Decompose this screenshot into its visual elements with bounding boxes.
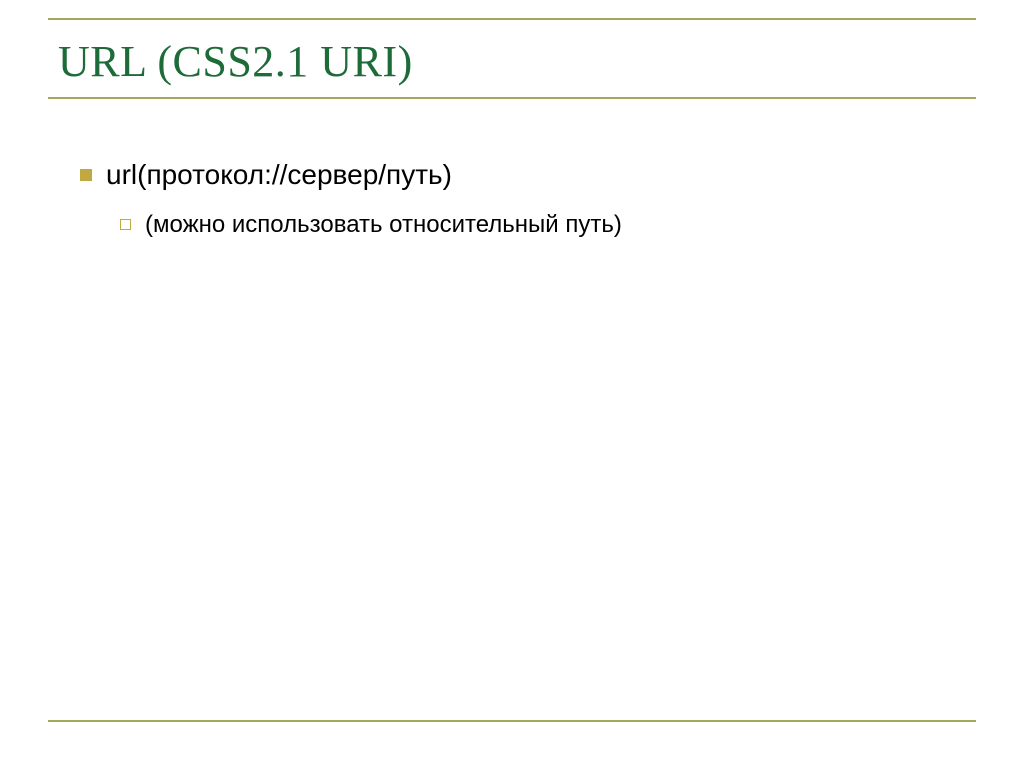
divider-under-title	[48, 97, 976, 99]
list-item: (можно использовать относительный путь)	[120, 209, 976, 241]
square-outline-bullet-icon	[120, 219, 131, 230]
list-item-text: url(протокол://сервер/путь)	[106, 157, 452, 193]
square-bullet-icon	[80, 169, 92, 181]
slide-title: URL (CSS2.1 URI)	[58, 34, 976, 89]
slide: URL (CSS2.1 URI) url(протокол://сервер/п…	[0, 0, 1024, 768]
list-item-text: (можно использовать относительный путь)	[145, 209, 622, 241]
divider-bottom	[48, 720, 976, 722]
divider-top	[48, 18, 976, 20]
list-item: url(протокол://сервер/путь)	[80, 157, 976, 193]
slide-body: url(протокол://сервер/путь) (можно испол…	[80, 157, 976, 242]
